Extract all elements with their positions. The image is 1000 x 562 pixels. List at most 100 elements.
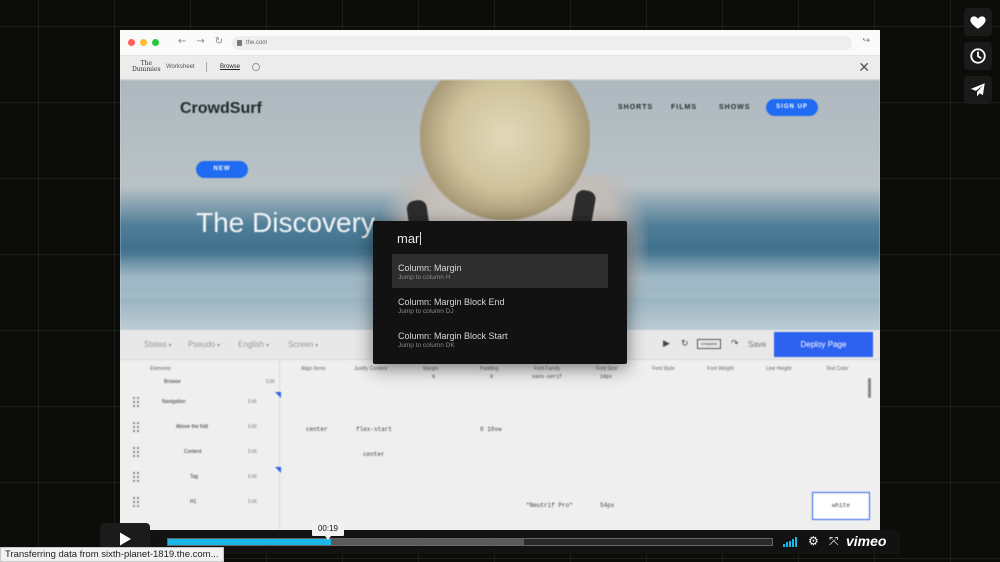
edit-link[interactable]: Edit (266, 379, 275, 385)
editor-scrollbar[interactable] (868, 378, 871, 398)
element-row-tag[interactable]: Tag Edit (120, 467, 281, 489)
close-icon[interactable]: ✕ (858, 60, 870, 76)
col-font-weight[interactable]: Font Weight (707, 366, 734, 372)
screen-dropdown[interactable]: Screen (288, 340, 318, 349)
browser-nav: ← → ↻ (178, 36, 223, 47)
signup-button[interactable]: SIGN UP (766, 99, 818, 116)
element-row-above-the-fold[interactable]: Above the fold Edit (120, 417, 280, 439)
col-font-size[interactable]: Font Size (596, 366, 617, 372)
cell-text-color-h1[interactable]: white (812, 492, 870, 520)
settings-gear-icon[interactable]: ⚙ (808, 534, 819, 548)
minimize-dot[interactable] (140, 39, 147, 46)
states-dropdown[interactable]: States (144, 340, 172, 349)
cell-justify-content[interactable]: flex-start (356, 426, 392, 433)
drag-handle[interactable] (132, 446, 140, 458)
edit-link[interactable]: Edit (248, 424, 257, 430)
circle-icon[interactable] (252, 63, 260, 71)
col-margin[interactable]: Margin (423, 366, 438, 372)
browser-chrome: ← → ↻ the.com ↪ (120, 30, 880, 56)
selection-corner (275, 467, 281, 473)
element-label: H1 (190, 499, 197, 505)
vimeo-logo[interactable]: vimeo (846, 533, 886, 549)
url-text: the.com (246, 40, 268, 46)
play-icon[interactable]: ▶ (663, 339, 670, 349)
col-padding[interactable]: Padding (480, 366, 498, 372)
hero-headline: The Discovery (196, 207, 375, 238)
elements-panel: Elements Browse Edit Navigation Edit Abo… (120, 360, 281, 530)
col-font-style[interactable]: Font Style (652, 366, 675, 372)
command-palette: mar Column: Margin Jump to column H Colu… (373, 221, 627, 364)
element-row-browse[interactable]: Browse Edit (120, 372, 280, 394)
back-icon[interactable]: ← (178, 36, 186, 47)
lock-icon (237, 40, 242, 46)
col-font-family[interactable]: Font Family (534, 366, 560, 372)
time-tooltip: 00:19 (312, 522, 344, 540)
col-align-items[interactable]: Align Items (301, 366, 326, 372)
volume-icon[interactable] (783, 537, 797, 547)
app-logo: The Dummies (132, 61, 161, 73)
share-button[interactable] (964, 76, 992, 104)
palette-item-title: Column: Margin Block Start (398, 331, 508, 341)
drag-handle[interactable] (132, 396, 140, 408)
drag-handle[interactable] (132, 421, 140, 433)
palette-item-title: Column: Margin Block End (398, 297, 505, 307)
palette-item-title: Column: Margin (398, 263, 462, 273)
site-nav-shorts[interactable]: SHORTS (618, 104, 653, 111)
fullscreen-icon[interactable]: ⤧ (829, 534, 839, 549)
drag-handle[interactable] (132, 496, 140, 508)
play-icon (120, 532, 131, 545)
redo-icon[interactable]: ↷ (731, 339, 739, 349)
margin-default: 0 (432, 374, 436, 380)
watch-later-button[interactable] (964, 42, 992, 70)
col-line-height[interactable]: Line Height (766, 366, 791, 372)
palette-item-margin-block-start[interactable]: Column: Margin Block Start Jump to colum… (392, 322, 608, 356)
like-button[interactable] (964, 8, 992, 36)
progress-played (168, 539, 331, 545)
font-size-default: 16px (600, 374, 613, 380)
element-label: Navigation (162, 399, 186, 405)
zoom-dot[interactable] (152, 39, 159, 46)
site-brand[interactable]: CrowdSurf (180, 100, 262, 118)
cell-font-size-h1[interactable]: 54px (600, 502, 614, 509)
progress-bar[interactable] (167, 538, 773, 546)
tab-browse[interactable]: Browse (220, 64, 240, 70)
font-family-default: sans-serif (532, 374, 563, 380)
edit-link[interactable]: Edit (248, 399, 257, 405)
palette-search-input[interactable]: mar (397, 231, 421, 246)
person-hair (420, 80, 590, 220)
save-button[interactable]: Save (748, 340, 766, 349)
tab-worksheet[interactable]: Worksheet (166, 64, 195, 70)
col-text-color[interactable]: Text Color (826, 366, 849, 372)
logo-line-2: Dummies (132, 66, 161, 73)
app-toolbar: The Dummies Worksheet Browse ✕ (120, 56, 880, 80)
element-row-h1[interactable]: H1 Edit (120, 492, 280, 514)
edit-link[interactable]: Edit (248, 449, 257, 455)
cell-font-family-h1[interactable]: "Neutrif Pro" (526, 502, 573, 509)
refresh-icon[interactable]: ↻ (681, 339, 689, 349)
address-bar[interactable]: the.com (232, 36, 852, 50)
cell-padding[interactable]: 0 10vw (480, 426, 502, 433)
edit-link[interactable]: Edit (248, 474, 257, 480)
site-nav-shows[interactable]: SHOWS (719, 104, 750, 111)
cell-align-items[interactable]: center (306, 426, 328, 433)
site-nav-films[interactable]: FILMS (671, 104, 697, 111)
col-justify-content[interactable]: Justify Content (354, 366, 387, 372)
new-badge: NEW (196, 161, 248, 178)
forward-icon[interactable]: → (196, 36, 204, 47)
palette-item-margin[interactable]: Column: Margin Jump to column H (392, 254, 608, 288)
padding-default: 0 (490, 374, 494, 380)
element-row-navigation[interactable]: Navigation Edit (120, 392, 281, 414)
unsaved-badge: Unsaved (697, 339, 721, 349)
element-row-content[interactable]: Content Edit (120, 442, 280, 464)
share-arrow-icon[interactable]: ↪ (862, 36, 870, 46)
heart-icon (970, 16, 986, 29)
reload-icon[interactable]: ↻ (215, 36, 223, 47)
close-dot[interactable] (128, 39, 135, 46)
palette-item-margin-block-end[interactable]: Column: Margin Block End Jump to column … (392, 288, 608, 322)
edit-link[interactable]: Edit (248, 499, 257, 505)
pseudo-dropdown[interactable]: Pseudo (188, 340, 220, 349)
drag-handle[interactable] (132, 471, 140, 483)
cell-justify-content-content[interactable]: center (363, 451, 385, 458)
language-dropdown[interactable]: English (238, 340, 269, 349)
deploy-page-button[interactable]: Deploy Page (774, 332, 873, 357)
